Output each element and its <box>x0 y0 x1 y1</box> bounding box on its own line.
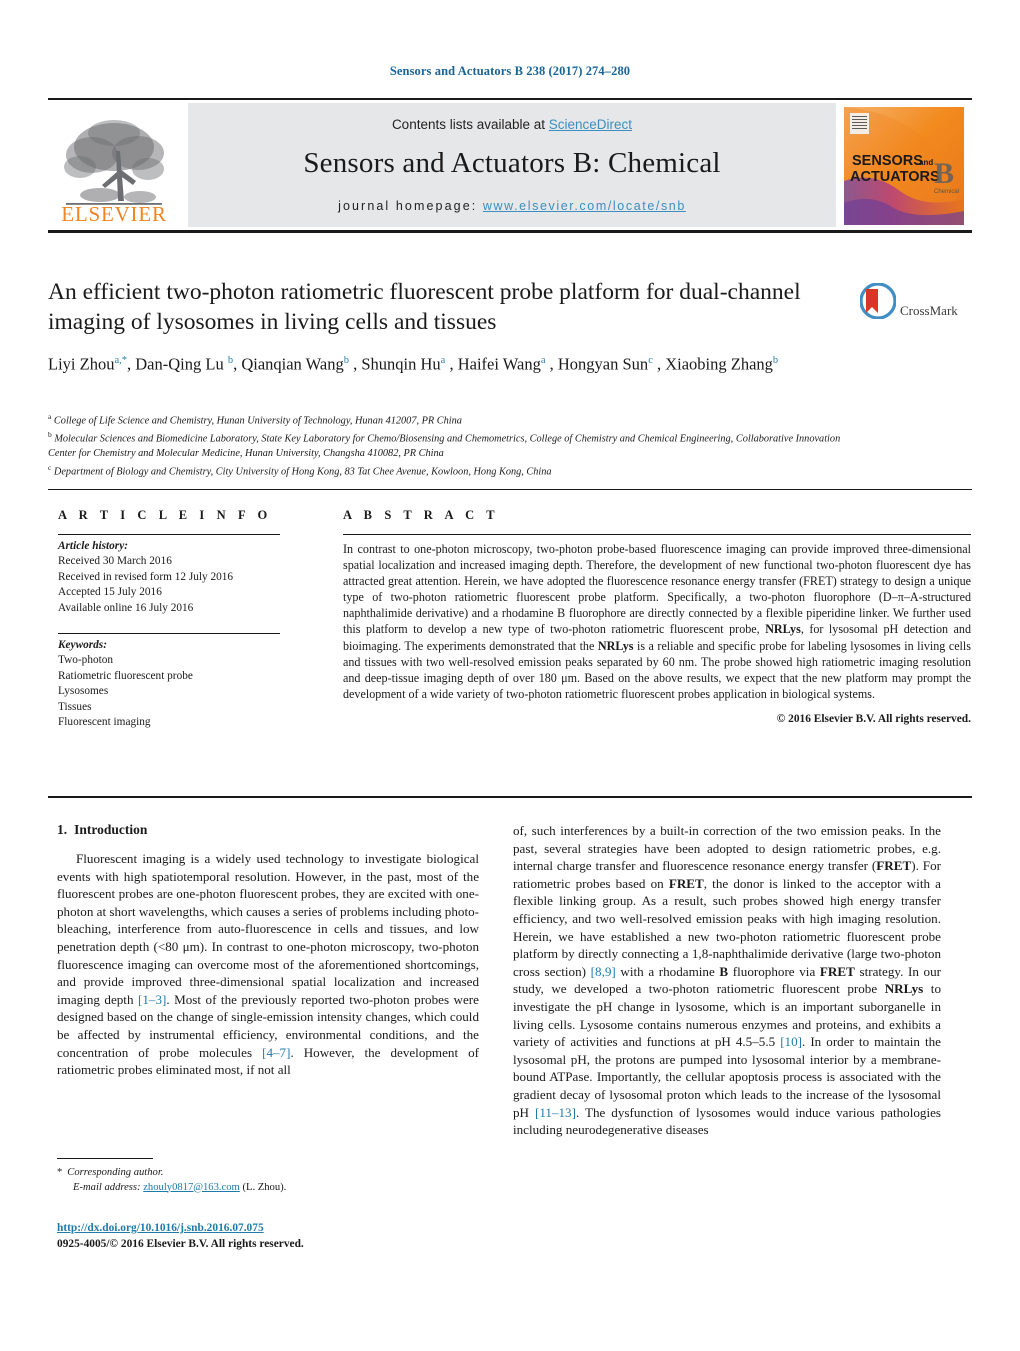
introduction-heading: 1. Introduction <box>57 822 479 838</box>
email-link[interactable]: zhouly0817@163.com <box>143 1182 240 1193</box>
article-history-item: Received in revised form 12 July 2016 <box>58 570 234 583</box>
cover-subtitle: Chemical <box>934 189 959 195</box>
introduction-paragraph-right: of, such interferences by a built-in cor… <box>513 823 941 1138</box>
body-column-left: 1. Introduction Fluorescent imaging is a … <box>57 822 479 1079</box>
email-line: E-mail address: zhouly0817@163.com (L. Z… <box>57 1181 487 1196</box>
email-label: E-mail address: <box>73 1181 141 1193</box>
abstract-text: In contrast to one-photon microscopy, tw… <box>343 542 971 701</box>
affiliation-item: c Department of Biology and Chemistry, C… <box>48 461 848 479</box>
affiliation-marker: b <box>48 430 52 440</box>
affiliation-text: College of Life Science and Chemistry, H… <box>53 415 462 427</box>
corresponding-author-star: * <box>57 1167 63 1178</box>
elsevier-wordmark: ELSEVIER <box>61 202 167 226</box>
journal-homepage-line: journal homepage: www.elsevier.com/locat… <box>188 199 836 213</box>
paper-page: Sensors and Actuators B 238 (2017) 274–2… <box>0 0 1020 1351</box>
crossmark-label: CrossMark <box>900 303 958 318</box>
article-info-heading: A R T I C L E I N F O <box>58 508 272 522</box>
abstract-copyright: © 2016 Elsevier B.V. All rights reserved… <box>776 712 971 725</box>
keyword-item: Two-photon <box>58 654 114 667</box>
header-rule-top <box>48 98 972 100</box>
abstract-column: In contrast to one-photon microscopy, tw… <box>343 534 971 725</box>
affiliation-text: Molecular Sciences and Biomedicine Labor… <box>48 433 841 459</box>
keyword-item: Lysosomes <box>58 685 109 698</box>
corresponding-author-line: * Corresponding author. <box>57 1166 487 1181</box>
running-head: Sensors and Actuators B 238 (2017) 274–2… <box>389 64 631 78</box>
cover-title-actuators: ACTUATORS <box>850 169 940 185</box>
issn-copyright-line: 0925-4005/© 2016 Elsevier B.V. All right… <box>57 1237 304 1250</box>
abstract-heading: A B S T R A C T <box>343 508 500 522</box>
affiliation-item: b Molecular Sciences and Biomedicine Lab… <box>48 428 848 460</box>
corresponding-author-text: Corresponding author. <box>67 1167 164 1178</box>
article-history-item: Accepted 15 July 2016 <box>58 586 162 599</box>
keywords-rule <box>58 633 280 635</box>
journal-title: Sensors and Actuators B: Chemical <box>303 147 721 179</box>
introduction-paragraph-left: Fluorescent imaging is a widely used tec… <box>57 851 480 1078</box>
journal-cover-artwork: SENSORS and ACTUATORS B Chemical <box>844 107 964 225</box>
affiliation-item: a College of Life Science and Chemistry,… <box>48 410 848 428</box>
body-column-right: of, such interferences by a built-in cor… <box>513 822 941 1139</box>
footnote-rule <box>57 1158 153 1160</box>
article-history-rule <box>58 534 280 535</box>
email-suffix: (L. Zhou). <box>242 1181 287 1193</box>
cover-letter-b: B <box>934 157 954 190</box>
corresponding-author-footnote: * Corresponding author. E-mail address: z… <box>57 1166 487 1195</box>
introduction-title: Introduction <box>74 822 148 837</box>
journal-cover-image: SENSORS and ACTUATORS B Chemical <box>844 107 964 225</box>
article-info-column: Article history: Received 30 March 2016 … <box>58 534 298 730</box>
contents-lists-prefix: Contents lists available at <box>391 117 549 132</box>
contents-lists-line: Contents lists available at ScienceDirec… <box>188 117 836 132</box>
info-rule-top <box>48 489 972 491</box>
journal-homepage-link[interactable]: www.elsevier.com/locate/snb <box>483 199 686 213</box>
cover-title-sensors: SENSORS <box>852 153 923 169</box>
crossmark-icon <box>859 282 897 320</box>
elsevier-logo: ELSEVIER <box>48 111 180 227</box>
masthead-rule-bottom <box>48 230 972 233</box>
affiliation-marker: c <box>48 462 52 472</box>
doi-link[interactable]: http://dx.doi.org/10.1016/j.snb.2016.07.… <box>57 1221 487 1237</box>
title-block: An efficient two-photon ratiometric fluo… <box>48 277 848 376</box>
journal-homepage-label: journal homepage: <box>338 199 478 213</box>
article-history-item: Received 30 March 2016 <box>58 555 172 568</box>
article-history-item: Available online 16 July 2016 <box>58 601 194 614</box>
info-rule-bottom <box>48 796 972 798</box>
sciencedirect-link[interactable]: ScienceDirect <box>549 117 632 132</box>
affiliation-list: a College of Life Science and Chemistry,… <box>48 410 848 479</box>
keyword-item: Ratiometric fluorescent probe <box>58 669 193 682</box>
journal-masthead: Contents lists available at ScienceDirec… <box>48 103 972 227</box>
affiliation-marker: a <box>48 412 52 421</box>
author-list: Liyi Zhoua,*, Dan-Qing Lu b, Qianqian Wa… <box>48 354 779 374</box>
keywords-label: Keywords: <box>58 639 107 652</box>
article-history-label: Article history: <box>58 540 128 552</box>
affiliation-text: Department of Biology and Chemistry, Cit… <box>53 466 552 478</box>
doi-block: http://dx.doi.org/10.1016/j.snb.2016.07.… <box>57 1221 487 1252</box>
abstract-rule <box>343 534 971 535</box>
keyword-item: Tissues <box>58 700 92 713</box>
crossmark-badge[interactable]: CrossMark <box>859 282 972 343</box>
cover-title-and: and <box>919 158 933 167</box>
keyword-item: Fluorescent imaging <box>58 716 151 729</box>
introduction-number: 1. <box>57 822 68 837</box>
paper-title: An efficient two-photon ratiometric fluo… <box>48 279 801 335</box>
